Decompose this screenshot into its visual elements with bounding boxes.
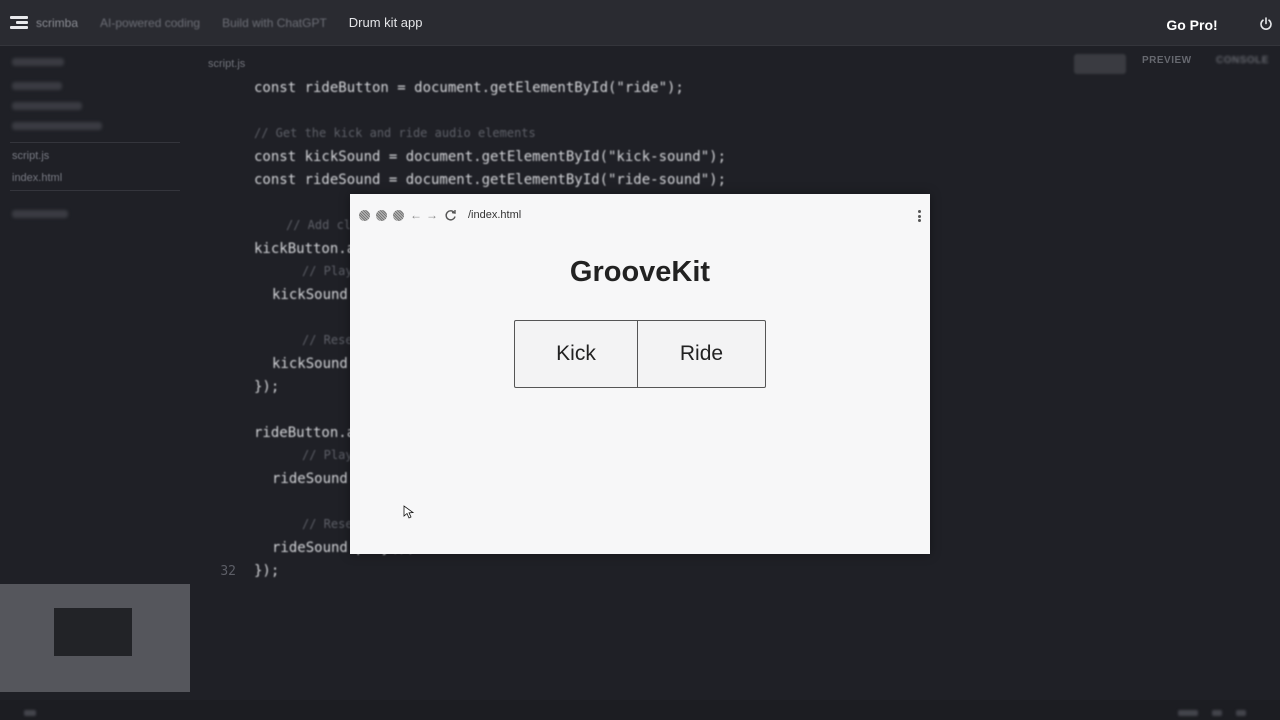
status-bar: [0, 700, 1280, 720]
back-arrow-icon[interactable]: ←: [410, 208, 422, 222]
sidebar-divider: [10, 190, 180, 191]
console-tab-bar: CONSOLE: [1216, 55, 1269, 66]
preview-tab-bar: PREVIEW: [1142, 55, 1192, 66]
code-line: });: [254, 379, 280, 395]
code-line: const kickSound = document.getElementByI…: [254, 149, 727, 165]
tab-preview[interactable]: PREVIEW: [1142, 55, 1192, 66]
status-item: [24, 710, 36, 716]
tab-console[interactable]: CONSOLE: [1216, 55, 1269, 66]
scrimba-logo[interactable]: scrimba: [10, 15, 79, 30]
status-item: [1212, 710, 1222, 716]
breadcrumb-item-lesson[interactable]: Drum kit app: [349, 15, 423, 30]
page-title: GrooveKit: [569, 256, 711, 288]
code-comment: // Get the kick and ride audio elements: [254, 126, 536, 140]
window-maximize-icon[interactable]: [393, 210, 404, 221]
video-frame: [54, 608, 132, 656]
more-options-icon[interactable]: [918, 210, 921, 222]
url-bar[interactable]: /index.html: [468, 209, 521, 221]
browser-toolbar: ← → /index.html: [350, 194, 930, 238]
breadcrumb-item-course[interactable]: AI-powered coding: [100, 16, 200, 30]
code-line: const rideSound = document.getElementByI…: [254, 172, 727, 188]
window-close-icon[interactable]: [359, 210, 370, 221]
code-line: const rideButton = document.getElementBy…: [254, 80, 684, 96]
editor-tab-script-js[interactable]: script.js: [208, 58, 245, 70]
brand-name: scrimba: [36, 15, 79, 30]
file-sidebar: script.js index.html: [0, 46, 190, 586]
ride-button[interactable]: Ride: [637, 320, 766, 388]
window-minimize-icon[interactable]: [376, 210, 387, 221]
line-number: 32: [220, 564, 236, 579]
kick-button[interactable]: Kick: [514, 320, 638, 388]
sidebar-divider: [10, 142, 180, 143]
editor-tab-active-bg: [1074, 54, 1126, 74]
sidebar-row: [12, 102, 82, 110]
status-item: [1178, 710, 1198, 716]
breadcrumb-item-module[interactable]: Build with ChatGPT: [222, 16, 327, 30]
reload-icon[interactable]: [444, 209, 457, 222]
breadcrumb: AI-powered coding Build with ChatGPT Dru…: [100, 15, 444, 30]
preview-browser-window: ← → /index.html GrooveKit Kick Ride: [350, 194, 930, 554]
code-comment: // Play: [302, 448, 353, 462]
status-item: [1236, 710, 1246, 716]
scrimba-logo-icon: [10, 15, 28, 30]
power-icon[interactable]: [1259, 17, 1273, 31]
go-pro-button[interactable]: Go Pro!: [1156, 12, 1228, 38]
sidebar-item-script-js[interactable]: script.js: [12, 150, 49, 162]
sidebar-heading: [12, 58, 64, 66]
sidebar-row: [12, 122, 102, 130]
code-line: });: [254, 563, 280, 579]
mouse-cursor-icon: [403, 505, 415, 519]
forward-arrow-icon[interactable]: →: [426, 208, 438, 222]
top-bar: scrimba AI-powered coding Build with Cha…: [0, 0, 1280, 46]
sidebar-row: [12, 82, 62, 90]
sidebar-row: [12, 210, 68, 218]
sidebar-item-index-html[interactable]: index.html: [12, 172, 62, 184]
